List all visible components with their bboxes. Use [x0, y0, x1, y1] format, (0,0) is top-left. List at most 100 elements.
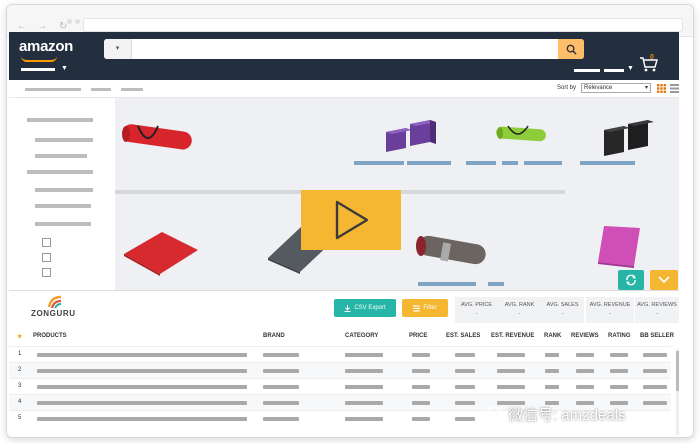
refresh-button[interactable] — [618, 270, 644, 290]
brand-cell — [263, 385, 299, 389]
filter-sidebar — [9, 98, 115, 290]
product-image-red-flat-mat[interactable] — [122, 228, 200, 278]
caret-down-icon[interactable]: ▼ — [627, 65, 634, 72]
account-lists-link[interactable] — [604, 69, 624, 72]
filter-button[interactable]: Filter — [402, 299, 448, 317]
sidebar-item[interactable] — [35, 222, 91, 226]
window-dot-icon[interactable] — [75, 19, 80, 24]
product-name-cell[interactable] — [37, 401, 247, 405]
zonguru-logo-icon — [47, 295, 62, 309]
product-title-link[interactable] — [502, 161, 518, 165]
cart-count: 0 — [650, 54, 654, 61]
video-play-button[interactable] — [301, 190, 401, 250]
stat-value: - — [656, 311, 658, 317]
account-link[interactable] — [574, 69, 600, 72]
window-dot-icon[interactable] — [67, 19, 72, 24]
filter-label: Filter — [423, 305, 437, 311]
grid-view-icon[interactable] — [657, 84, 666, 93]
column-header-rank[interactable]: RANK — [544, 333, 561, 339]
refresh-icon — [626, 274, 636, 286]
product-image-purple-yoga-blocks[interactable] — [380, 116, 440, 156]
product-image-black-yoga-blocks[interactable] — [600, 116, 656, 158]
column-header-bb-seller[interactable]: BB SELLER — [640, 333, 674, 339]
bb-seller-cell — [643, 385, 667, 389]
category-cell — [345, 401, 383, 405]
category-cell — [345, 369, 383, 373]
caret-down-icon: ▾ — [644, 85, 648, 91]
search-category-dropdown[interactable]: ▾ — [104, 39, 132, 59]
product-image-rolled-mat-bag[interactable] — [412, 232, 492, 272]
search-input[interactable] — [134, 41, 544, 57]
sort-by-label: Sort by — [557, 85, 577, 91]
product-image-green-yoga-mat[interactable] — [492, 120, 552, 150]
product-title-link[interactable] — [580, 161, 635, 165]
stat-avg-rank: AVG. RANK - — [498, 297, 541, 323]
product-name-cell[interactable] — [37, 417, 247, 421]
zonguru-logo[interactable]: ZONGURU — [31, 309, 76, 318]
wechat-icon — [487, 406, 505, 421]
table-row[interactable]: 3 — [9, 378, 671, 394]
download-icon — [344, 304, 351, 312]
sidebar-item[interactable] — [35, 154, 87, 158]
stat-value: - — [475, 311, 478, 317]
amazon-logo[interactable]: amazon — [19, 38, 73, 55]
forward-arrow-icon[interactable]: → — [37, 21, 47, 32]
filter-checkbox[interactable] — [42, 268, 51, 277]
product-image-pink-mat[interactable] — [596, 222, 646, 268]
est-sales-cell — [455, 401, 475, 405]
reload-icon[interactable]: ↻ — [59, 21, 67, 32]
url-bar[interactable] — [83, 18, 683, 32]
back-arrow-icon[interactable]: ← — [17, 21, 27, 32]
product-title-link[interactable] — [466, 161, 496, 165]
est-revenue-cell — [497, 369, 525, 373]
filter-checkbox[interactable] — [42, 238, 51, 247]
star-icon[interactable]: ★ — [17, 333, 22, 340]
deliver-to-link[interactable] — [21, 68, 55, 71]
caret-down-icon[interactable]: ▼ — [61, 65, 68, 72]
sidebar-item[interactable] — [35, 188, 93, 192]
table-row[interactable]: 1 — [9, 346, 671, 362]
csv-export-label: CSV Export — [354, 305, 386, 311]
stat-label: AVG. PRICE — [460, 302, 493, 308]
column-header-category[interactable]: CATEGORY — [345, 333, 378, 339]
product-title-link[interactable] — [407, 161, 451, 165]
filter-icon — [413, 304, 421, 312]
stat-avg-price: AVG. PRICE - — [455, 297, 498, 323]
list-view-icon[interactable] — [670, 84, 679, 93]
row-number: 4 — [18, 399, 22, 405]
column-header-reviews[interactable]: REVIEWS — [571, 333, 599, 339]
product-name-cell[interactable] — [37, 353, 247, 357]
table-row[interactable]: 2 — [9, 362, 671, 378]
results-count-text — [25, 88, 81, 91]
column-header-products[interactable]: PRODUCTS — [33, 333, 67, 339]
column-header-est-revenue[interactable]: EST. REVENUE — [491, 333, 534, 339]
chevron-down-icon — [658, 276, 670, 284]
price-cell — [412, 353, 430, 357]
product-name-cell[interactable] — [37, 369, 247, 373]
column-header-brand[interactable]: BRAND — [263, 333, 285, 339]
product-title-link[interactable] — [488, 282, 504, 286]
rating-cell — [610, 385, 628, 389]
column-header-rating[interactable]: RATING — [608, 333, 631, 339]
product-title-link[interactable] — [354, 161, 404, 165]
sort-select[interactable]: Relevance ▾ — [581, 83, 651, 93]
cart-icon[interactable] — [639, 56, 659, 72]
table-scrollbar-thumb[interactable] — [676, 351, 679, 391]
csv-export-button[interactable]: CSV Export — [334, 299, 396, 317]
filter-checkbox[interactable] — [42, 253, 51, 262]
product-title-link[interactable] — [418, 282, 476, 286]
row-number: 3 — [18, 383, 22, 389]
column-header-est-sales[interactable]: EST. SALES — [446, 333, 480, 339]
search-button[interactable] — [558, 39, 584, 59]
product-title-link[interactable] — [524, 161, 562, 165]
reviews-cell — [576, 369, 594, 373]
category-cell — [345, 385, 383, 389]
expand-panel-button[interactable] — [650, 270, 678, 290]
sidebar-item[interactable] — [35, 138, 93, 142]
bb-seller-cell — [643, 369, 667, 373]
column-header-price[interactable]: PRICE — [409, 333, 427, 339]
product-image-red-yoga-mat[interactable] — [118, 120, 198, 160]
product-name-cell[interactable] — [37, 385, 247, 389]
sidebar-item[interactable] — [35, 204, 91, 208]
brand-cell — [263, 353, 299, 357]
